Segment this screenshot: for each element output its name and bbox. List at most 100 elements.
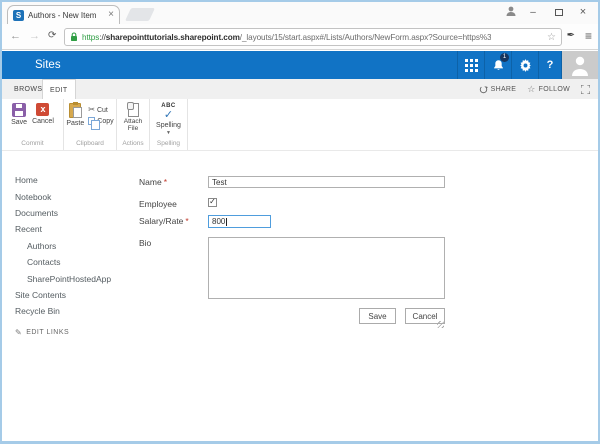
new-item-form: Name* Employee ✓ Salary/Rate* 800 Bio	[139, 176, 445, 328]
back-icon[interactable]: ←	[10, 29, 21, 43]
employee-field-label: Employee	[139, 199, 177, 209]
url-domain: sharepointtutorials.sharepoint.com	[105, 32, 240, 42]
extension-icon[interactable]: ✒	[567, 30, 575, 41]
cut-icon: ✂	[88, 105, 95, 114]
user-avatar[interactable]	[561, 51, 598, 79]
maximize-button[interactable]	[546, 2, 572, 22]
url-path: /_layouts/15/start.aspx#/Lists/Authors/N…	[239, 32, 492, 42]
waffle-icon	[464, 58, 478, 72]
secure-lock-icon	[70, 32, 78, 42]
bio-textarea[interactable]	[208, 237, 445, 299]
copy-icon	[88, 117, 101, 130]
browser-window: S Authors - New Item × – × ← → ⟳ https:/…	[0, 0, 600, 444]
cut-button[interactable]: ✂ Cut	[88, 106, 113, 114]
name-input[interactable]	[208, 176, 445, 188]
spelling-label: Spelling	[156, 122, 181, 129]
sidebar-item-contacts[interactable]: Contacts	[15, 254, 130, 270]
follow-star-icon: ☆	[527, 83, 536, 94]
save-icon	[12, 103, 27, 117]
edit-links-label: EDIT LINKS	[26, 328, 70, 336]
tab-close-icon[interactable]: ×	[108, 10, 114, 20]
app-launcher-button[interactable]	[457, 51, 484, 79]
employee-checkbox[interactable]: ✓	[208, 198, 217, 207]
sharepoint-favicon: S	[13, 9, 24, 21]
browser-toolbar: ← → ⟳ https://sharepointtutorials.sharep…	[2, 24, 598, 50]
tab-edit[interactable]: EDIT	[42, 79, 76, 100]
required-marker: *	[163, 177, 167, 187]
sidebar-item-recycle-bin[interactable]: Recycle Bin	[15, 303, 130, 319]
ribbon-group-commit: Save x Cancel Commit	[2, 99, 64, 150]
url-text: https://sharepointtutorials.sharepoint.c…	[82, 33, 491, 42]
settings-button[interactable]	[511, 51, 538, 79]
sidebar-item-documents[interactable]: Documents	[15, 205, 130, 221]
ribbon-group-spelling: ABC ✓ Spelling ▼ Spelling	[150, 99, 188, 150]
profile-icon[interactable]	[504, 4, 518, 18]
bookmark-star-icon[interactable]: ☆	[547, 32, 556, 43]
checkbox-check-icon: ✓	[209, 197, 216, 206]
sidebar-item-sharepointhostedapp[interactable]: SharePointHostedApp	[15, 270, 130, 286]
minimize-button[interactable]: –	[520, 2, 546, 22]
sidebar-item-site-contents[interactable]: Site Contents	[15, 287, 130, 303]
name-field-label: Name *	[139, 177, 167, 187]
salary-field-label: Salary/Rate *	[139, 216, 189, 226]
resize-grip-icon[interactable]	[437, 321, 444, 328]
help-button[interactable]: ?	[538, 51, 561, 79]
page-content: Home Notebook Documents Recent Authors C…	[2, 151, 598, 441]
share-button[interactable]: SHARE	[479, 85, 517, 94]
new-tab-button[interactable]	[124, 8, 156, 21]
sidebar-item-home[interactable]: Home	[15, 172, 130, 188]
suite-bar: Sites 1 ?	[2, 51, 598, 79]
ribbon-tab-strip: BROWSE EDIT SHARE ☆ FOLLOW	[2, 79, 598, 100]
forward-icon[interactable]: →	[29, 29, 40, 43]
pencil-icon: ✎	[15, 327, 23, 337]
share-icon	[479, 85, 488, 93]
attach-file-label: Attach File	[123, 118, 143, 132]
sidebar-item-authors[interactable]: Authors	[15, 238, 130, 254]
group-label-spelling: Spelling	[156, 140, 181, 147]
paste-label: Paste	[66, 120, 85, 127]
gear-icon	[519, 58, 531, 72]
save-label: Save	[11, 119, 28, 126]
form-save-button[interactable]: Save	[359, 308, 396, 324]
group-label-clipboard: Clipboard	[76, 140, 104, 147]
cut-label: Cut	[96, 106, 108, 114]
browser-menu-icon[interactable]: ≡	[585, 29, 592, 43]
group-label-commit: Commit	[21, 140, 44, 147]
browser-titlebar: S Authors - New Item × – ×	[2, 2, 598, 24]
notifications-button[interactable]: 1	[484, 51, 511, 79]
reload-icon[interactable]: ⟳	[48, 29, 56, 43]
ribbon-group-clipboard: Paste ✂ Cut Copy Clipboard	[64, 99, 117, 150]
ribbon-group-actions: Attach File Actions	[117, 99, 150, 150]
attach-file-icon	[126, 102, 139, 117]
spelling-check-icon: ✓	[163, 109, 174, 121]
edit-links-button[interactable]: ✎ EDIT LINKS	[15, 328, 130, 337]
suite-bar-actions: 1 ?	[457, 51, 598, 79]
text-cursor	[226, 217, 228, 226]
notification-badge: 1	[500, 53, 509, 62]
paste-icon	[69, 102, 83, 118]
group-label-actions: Actions	[122, 140, 144, 147]
bio-field-label: Bio	[139, 238, 152, 248]
follow-label: FOLLOW	[538, 85, 570, 93]
ribbon-commands: Save x Cancel Commit Paste ✂ Cut Copy Cl…	[2, 99, 598, 151]
address-bar[interactable]: https://sharepointtutorials.sharepoint.c…	[64, 28, 562, 46]
maximize-icon	[555, 8, 563, 16]
follow-button[interactable]: ☆ FOLLOW	[527, 84, 570, 95]
url-scheme: https	[82, 32, 100, 42]
browser-tab[interactable]: S Authors - New Item ×	[7, 5, 120, 24]
spelling-dropdown-icon: ▼	[166, 130, 171, 136]
cancel-label: Cancel	[32, 118, 54, 125]
salary-input[interactable]: 800	[208, 215, 271, 228]
copy-button[interactable]: Copy	[88, 117, 114, 130]
form-buttons: Save Cancel	[139, 308, 445, 324]
sidebar-item-recent[interactable]: Recent	[15, 221, 130, 237]
tab-title: Authors - New Item	[28, 10, 97, 20]
cancel-icon: x	[36, 103, 50, 116]
ribbon-right-actions: SHARE ☆ FOLLOW	[479, 79, 590, 99]
window-close-button[interactable]: ×	[570, 2, 596, 22]
sidebar-item-notebook[interactable]: Notebook	[15, 188, 130, 204]
share-label: SHARE	[490, 85, 517, 93]
focus-mode-button[interactable]	[581, 84, 590, 94]
site-title[interactable]: Sites	[35, 59, 61, 71]
required-marker: *	[185, 216, 189, 226]
